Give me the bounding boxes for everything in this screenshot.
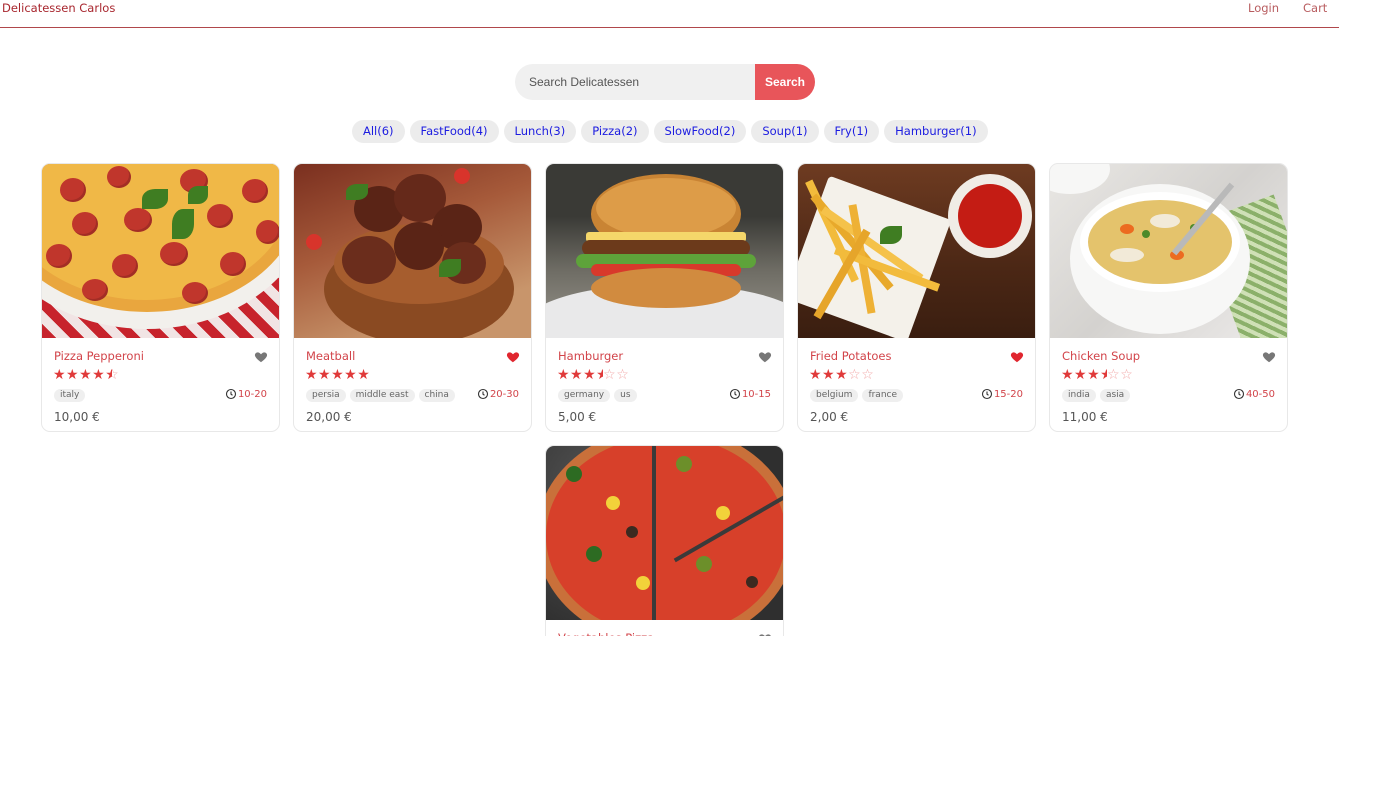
food-price: 20,00 € (306, 410, 352, 424)
heart-icon[interactable] (506, 350, 520, 364)
origin-list: india asia (1062, 389, 1131, 402)
heart-icon[interactable] (1010, 350, 1024, 364)
tag-lunch[interactable]: Lunch(3) (503, 120, 577, 143)
tag-slowfood[interactable]: SlowFood(2) (653, 120, 747, 143)
food-name: Chicken Soup (1062, 349, 1141, 363)
tag-fry[interactable]: Fry(1) (823, 120, 880, 143)
food-price: 5,00 € (558, 410, 597, 424)
cook-time: 15-20 (981, 388, 1023, 400)
food-name: Fried Potatoes (810, 349, 892, 363)
food-name: Pizza Pepperoni (54, 349, 144, 363)
cook-time: 20-30 (477, 388, 519, 400)
heart-icon[interactable] (1262, 350, 1276, 364)
clock-icon (477, 388, 488, 400)
vegetable-pizza-image (546, 446, 783, 620)
cook-time-value: 10-20 (237, 388, 267, 400)
heart-icon[interactable] (254, 350, 268, 364)
origin-list: persia middle east china (306, 389, 455, 402)
cook-time-value: 15-20 (993, 388, 1023, 400)
origin-badge: belgium (810, 389, 859, 402)
clock-icon (225, 388, 236, 400)
chicken-soup-image (1050, 164, 1287, 338)
brand-logo[interactable]: Delicatessen Carlos (2, 1, 115, 15)
login-link[interactable]: Login (1248, 1, 1279, 15)
star-rating: ★★★★☆☆ (557, 367, 630, 383)
star-rating: ★★★★★☆ (53, 367, 119, 383)
cook-time: 10-20 (225, 388, 267, 400)
star-rating: ★★★★★ (305, 367, 371, 383)
search-input[interactable] (515, 64, 755, 100)
tag-all[interactable]: All(6) (352, 120, 405, 143)
pepperoni-pizza-image (42, 164, 279, 338)
food-card-meatball[interactable]: Meatball ★★★★★ persia middle east china … (293, 163, 532, 432)
tag-hamburger[interactable]: Hamburger(1) (884, 120, 988, 143)
tag-fastfood[interactable]: FastFood(4) (409, 120, 499, 143)
food-price: 10,00 € (54, 410, 100, 424)
food-name: Meatball (306, 349, 356, 363)
origin-badge: italy (54, 389, 86, 402)
viewport-cutoff (0, 636, 1376, 792)
origin-list: italy (54, 389, 86, 402)
heart-icon[interactable] (758, 350, 772, 364)
tag-soup[interactable]: Soup(1) (751, 120, 819, 143)
cart-link[interactable]: Cart (1303, 1, 1327, 15)
cook-time-value: 40-50 (1245, 388, 1275, 400)
food-price: 11,00 € (1062, 410, 1108, 424)
search-button[interactable]: Search (755, 64, 815, 100)
star-rating: ★★★☆☆ (809, 367, 875, 383)
tag-filter-list: All(6) FastFood(4) Lunch(3) Pizza(2) Slo… (352, 120, 988, 143)
clock-icon (729, 388, 740, 400)
food-card-hamburger[interactable]: Hamburger ★★★★☆☆ germany us 10-15 5,00 € (545, 163, 784, 432)
origin-badge: germany (558, 389, 611, 402)
top-navbar: Delicatessen Carlos Login Cart (0, 0, 1339, 28)
origin-badge: persia (306, 389, 346, 402)
food-card-pizza-pepperoni[interactable]: Pizza Pepperoni ★★★★★☆ italy 10-20 10,00… (41, 163, 280, 432)
origin-badge: india (1062, 389, 1096, 402)
cook-time-value: 10-15 (741, 388, 771, 400)
meatball-image (294, 164, 531, 338)
tag-pizza[interactable]: Pizza(2) (581, 120, 649, 143)
origin-badge: us (614, 389, 637, 402)
food-card-chicken-soup[interactable]: Chicken Soup ★★★★☆☆ india asia 40-50 11,… (1049, 163, 1288, 432)
origin-badge: asia (1099, 389, 1131, 402)
fries-image (798, 164, 1035, 338)
hamburger-image (546, 164, 783, 338)
origin-badge: france (862, 389, 904, 402)
origin-badge: china (418, 389, 455, 402)
star-rating: ★★★★☆☆ (1061, 367, 1134, 383)
origin-list: belgium france (810, 389, 904, 402)
food-price: 2,00 € (810, 410, 849, 424)
clock-icon (1233, 388, 1244, 400)
cook-time-value: 20-30 (489, 388, 519, 400)
clock-icon (981, 388, 992, 400)
origin-list: germany us (558, 389, 637, 402)
food-card-fried-potatoes[interactable]: Fried Potatoes ★★★☆☆ belgium france 15-2… (797, 163, 1036, 432)
search-bar: Search (515, 64, 815, 100)
origin-badge: middle east (349, 389, 415, 402)
food-name: Hamburger (558, 349, 624, 363)
cook-time: 40-50 (1233, 388, 1275, 400)
cook-time: 10-15 (729, 388, 771, 400)
